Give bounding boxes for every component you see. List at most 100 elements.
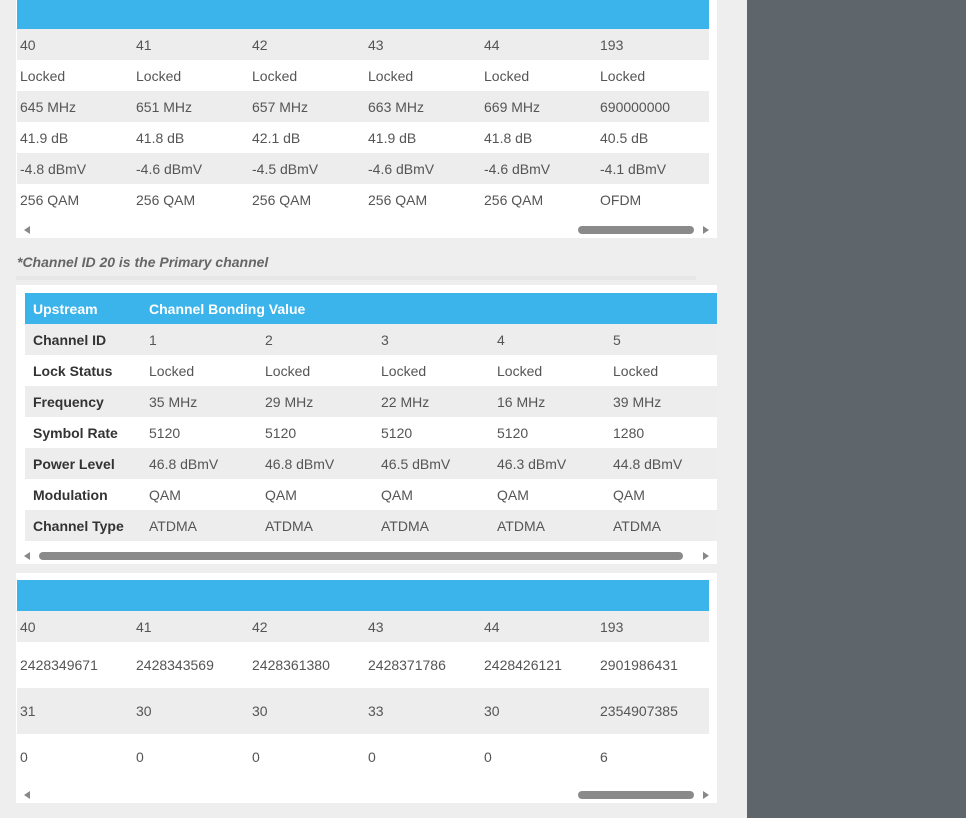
table-cell: 41 xyxy=(136,36,152,53)
table-cell: 2428349671 xyxy=(20,657,98,673)
table-cell: 33 xyxy=(368,703,384,719)
scroll-right-arrow-icon[interactable] xyxy=(703,791,709,799)
table-cell: 663 MHz xyxy=(368,98,425,115)
horizontal-scrollbar[interactable] xyxy=(16,224,717,238)
table-row-lock-status: Lock Status Locked Locked Locked Locked … xyxy=(25,355,717,386)
table-cell: QAM xyxy=(497,486,529,503)
table-cell: 42 xyxy=(252,36,268,53)
table-row: 256 QAM 256 QAM 256 QAM 256 QAM 256 QAM … xyxy=(17,184,709,215)
table-cell: 29 MHz xyxy=(265,393,314,410)
table-cell: Locked xyxy=(484,67,530,84)
table-cell: 2354907385 xyxy=(600,703,678,719)
table-cell: 5120 xyxy=(149,424,181,441)
table-cell: 2 xyxy=(265,331,273,348)
table-cell: 0 xyxy=(368,749,376,765)
table-header-bar xyxy=(17,0,709,29)
table-cell: 41.8 dB xyxy=(136,129,185,146)
table-row-symbol-rate: Symbol Rate 5120 5120 5120 5120 1280 xyxy=(25,417,717,448)
table-cell: 22 MHz xyxy=(381,393,430,410)
upstream-header: Upstream Channel Bonding Value xyxy=(25,293,717,324)
table-cell: 40 xyxy=(20,618,36,635)
downstream-table-card: 40 41 42 43 44 193 Locked Locked Locked … xyxy=(16,0,717,238)
table-header-bar xyxy=(17,580,709,611)
table-row-modulation: Modulation QAM QAM QAM QAM QAM xyxy=(25,479,717,510)
table-cell: 193 xyxy=(600,618,624,635)
table-row-power-level: Power Level 46.8 dBmV 46.8 dBmV 46.5 dBm… xyxy=(25,448,717,479)
scroll-left-arrow-icon[interactable] xyxy=(24,791,30,799)
table-cell: Locked xyxy=(136,67,182,84)
horizontal-scrollbar[interactable] xyxy=(16,550,717,564)
scrollbar-thumb[interactable] xyxy=(578,791,694,799)
horizontal-scrollbar[interactable] xyxy=(16,789,717,803)
divider xyxy=(16,276,696,280)
table-row: 41.9 dB 41.8 dB 42.1 dB 41.9 dB 41.8 dB … xyxy=(17,122,709,153)
table-cell: 645 MHz xyxy=(20,98,77,115)
table-cell: Locked xyxy=(381,362,427,379)
table-cell: 44 xyxy=(484,36,500,53)
table-cell: 256 QAM xyxy=(252,191,312,208)
table-cell: 5120 xyxy=(265,424,297,441)
table-cell: 256 QAM xyxy=(484,191,544,208)
table-row-frequency: Frequency 35 MHz 29 MHz 22 MHz 16 MHz 39… xyxy=(25,386,717,417)
table-cell: ATDMA xyxy=(149,517,197,534)
table-cell: Locked xyxy=(252,67,298,84)
table-cell: 46.8 dBmV xyxy=(149,455,219,472)
table-cell: 4 xyxy=(497,331,505,348)
table-cell: 43 xyxy=(368,618,384,635)
table-cell: QAM xyxy=(265,486,297,503)
row-label: Channel Type xyxy=(33,517,124,534)
table-cell: 35 MHz xyxy=(149,393,198,410)
table-cell: 1280 xyxy=(613,424,645,441)
scrollbar-thumb[interactable] xyxy=(39,552,683,560)
table-cell: 41 xyxy=(136,618,152,635)
table-cell: 2428343569 xyxy=(136,657,214,673)
table-cell: -4.6 dBmV xyxy=(136,160,203,177)
table-cell: 0 xyxy=(484,749,492,765)
scrollbar-thumb[interactable] xyxy=(578,226,694,234)
table-cell: 43 xyxy=(368,36,384,53)
table-cell: 0 xyxy=(20,749,28,765)
table-cell: 5120 xyxy=(497,424,529,441)
table-cell: 40.5 dB xyxy=(600,129,649,146)
table-cell: 2428361380 xyxy=(252,657,330,673)
table-cell: Locked xyxy=(600,67,646,84)
scroll-left-arrow-icon[interactable] xyxy=(24,552,30,560)
table-cell: 669 MHz xyxy=(484,98,541,115)
table-cell: 44.8 dBmV xyxy=(613,455,683,472)
table-cell: 0 xyxy=(252,749,260,765)
table-cell: 5120 xyxy=(381,424,413,441)
table-cell: 2901986431 xyxy=(600,657,678,673)
upstream-table-card: Upstream Channel Bonding Value Channel I… xyxy=(16,285,717,564)
table-cell: 690000000 xyxy=(600,98,671,115)
table-cell: 31 xyxy=(20,703,36,719)
table-cell: ATDMA xyxy=(497,517,545,534)
table-cell: 46.3 dBmV xyxy=(497,455,567,472)
table-cell: Locked xyxy=(149,362,195,379)
table-cell: ATDMA xyxy=(613,517,661,534)
table-cell: 1 xyxy=(149,331,157,348)
channel-bonding-header: Channel Bonding Value xyxy=(149,300,306,317)
table-cell: 44 xyxy=(484,618,500,635)
row-label: Lock Status xyxy=(33,362,113,379)
table-cell: 651 MHz xyxy=(136,98,193,115)
table-cell: 46.5 dBmV xyxy=(381,455,451,472)
row-label: Power Level xyxy=(33,455,115,472)
scroll-right-arrow-icon[interactable] xyxy=(703,226,709,234)
row-label: Frequency xyxy=(33,393,104,410)
table-cell: -4.6 dBmV xyxy=(484,160,551,177)
table-row: 645 MHz 651 MHz 657 MHz 663 MHz 669 MHz … xyxy=(17,91,709,122)
scroll-left-arrow-icon[interactable] xyxy=(24,226,30,234)
row-label: Channel ID xyxy=(33,331,107,348)
upstream-header-label: Upstream xyxy=(33,300,98,317)
table-cell: 657 MHz xyxy=(252,98,309,115)
table-cell: QAM xyxy=(613,486,645,503)
table-cell: 0 xyxy=(136,749,144,765)
table-cell: 30 xyxy=(484,703,500,719)
table-cell: Locked xyxy=(265,362,311,379)
table-cell: 3 xyxy=(381,331,389,348)
primary-channel-note: *Channel ID 20 is the Primary channel xyxy=(17,254,269,270)
scroll-right-arrow-icon[interactable] xyxy=(703,552,709,560)
table-row: Locked Locked Locked Locked Locked Locke… xyxy=(17,60,709,91)
table-cell: 46.8 dBmV xyxy=(265,455,335,472)
table-cell: 5 xyxy=(613,331,621,348)
